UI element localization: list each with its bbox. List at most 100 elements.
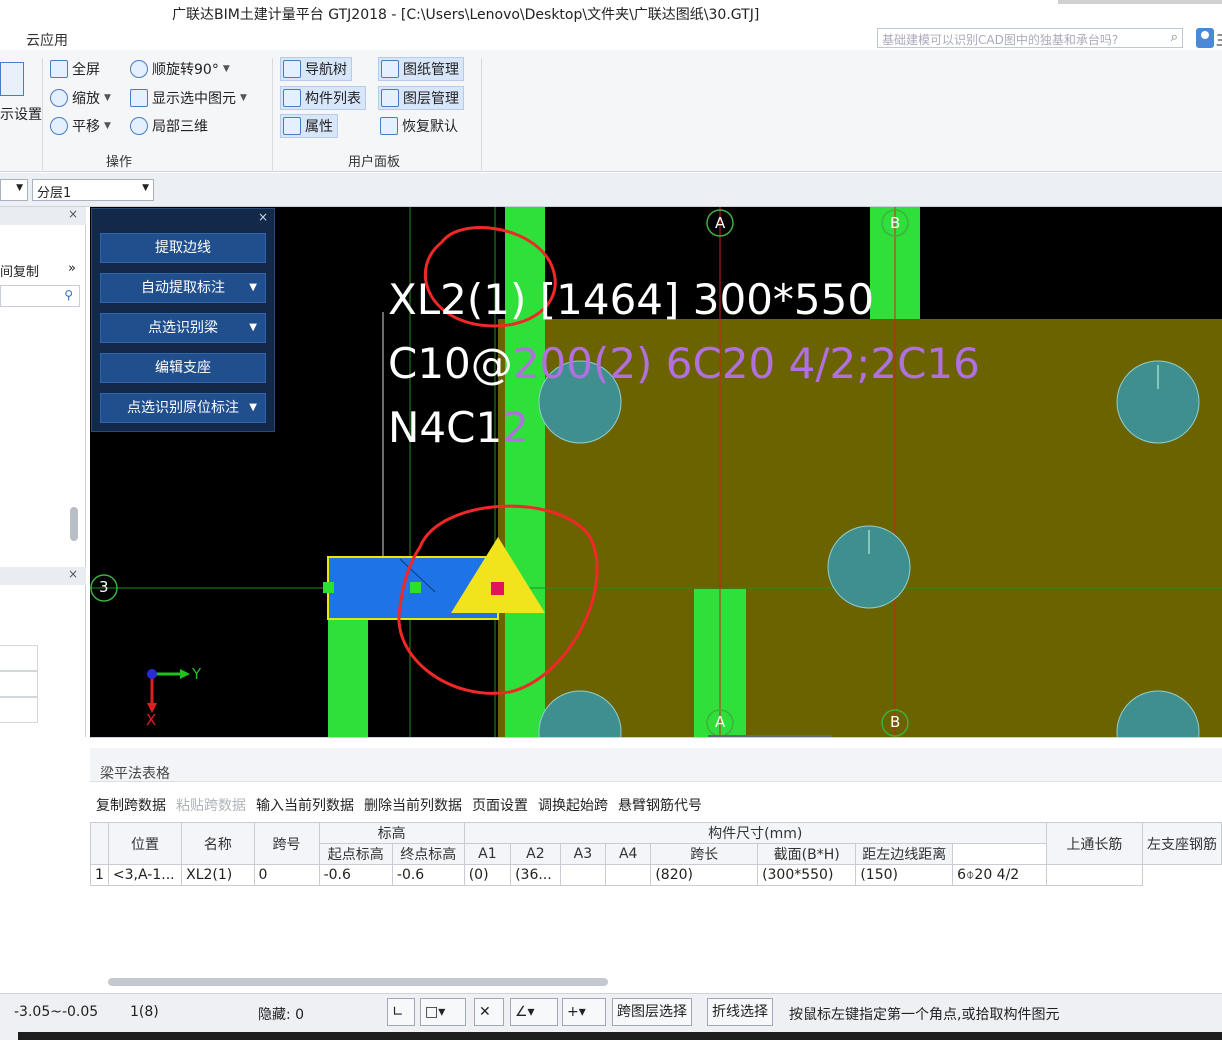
property-row[interactable] [0,645,38,671]
cell-section[interactable]: (300*550) [757,864,857,886]
table-row[interactable]: 1 <3,A-1... XL2(1) 0 -0.6 -0.6 (0) (36..… [90,864,1222,886]
component-search-input[interactable]: ⚲ [0,285,80,307]
col-header-span-no[interactable]: 跨号 [253,822,320,865]
col-header-end-elev[interactable]: 终点标高 [391,843,465,865]
pan-button[interactable]: 平移 ▼ [50,114,111,138]
beam-label-line3-purple: 2 [502,403,529,452]
cell-position[interactable]: <3,A-1... [107,864,183,886]
col-header-span-len[interactable]: 跨长 [650,843,759,865]
cross-select-icon[interactable]: ✕ [474,998,504,1026]
col-header-position[interactable]: 位置 [107,822,183,865]
chevron-down-icon[interactable]: ▼ [249,314,257,342]
col-header-a2[interactable]: A2 [510,843,561,865]
layer-select[interactable]: 分层1 ▼ [32,179,154,201]
extract-edge-button[interactable]: 提取边线 [100,233,266,263]
angle-snap-icon[interactable]: ∠▾ [510,998,558,1026]
col-header-start-elev[interactable]: 起点标高 [318,843,393,865]
component-list-button[interactable]: 构件列表 [280,86,366,110]
help-search-input[interactable]: 基础建模可以识别CAD图中的独基和承台吗? ⌕ [877,28,1183,48]
copy-span-data-button[interactable]: 复制跨数据 [96,795,166,815]
search-icon[interactable]: ⌕ [1171,30,1178,45]
close-icon[interactable]: × [258,210,268,224]
edit-support-button[interactable]: 编辑支座 [100,353,266,383]
window-controls[interactable] [1058,0,1222,4]
display-settings-button[interactable]: 示设置 [0,104,42,124]
page-setup-button[interactable]: 页面设置 [472,795,528,815]
polyline-select-button[interactable]: 折线选择 [707,998,773,1026]
chevron-down-icon[interactable]: ▼ [249,394,257,422]
swap-start-span-button[interactable]: 调换起始跨 [538,795,608,815]
pick-recognize-inplace-label: 点选识别原位标注 [127,400,239,416]
support-grip[interactable] [491,582,504,595]
drawing-icon [381,60,399,78]
cell-span-no[interactable]: 0 [253,864,320,886]
pick-recognize-beam-button[interactable]: 点选识别梁 ▼ [100,313,266,343]
cell-a2[interactable]: (36... [510,864,561,886]
beam-table: 位置 名称 跨号 标高 构件尺寸(mm) 上通长筋 左支座钢筋 起点标高 终点标… [90,822,1222,886]
delete-column-data-button[interactable]: 删除当前列数据 [364,795,462,815]
show-selected-button[interactable]: 显示选中图元 ▼ [130,86,247,110]
close-icon[interactable]: × [68,567,78,581]
search-icon[interactable]: ⚲ [64,288,73,302]
cell-a1[interactable]: (0) [463,864,512,886]
cell-a3[interactable] [559,864,607,886]
cell-span-len[interactable]: (820) [650,864,759,886]
col-header-a1[interactable]: A1 [463,843,512,865]
property-row[interactable] [0,671,38,697]
copy-tool[interactable]: 间复制 [0,261,39,280]
object-snap-icon[interactable]: □▾ [420,998,466,1026]
cell-end-elev[interactable]: -0.6 [391,864,465,886]
cell-left-rebar[interactable] [1045,864,1144,886]
chevron-down-icon: ▼ [142,183,149,193]
left-panel-scrollbar[interactable] [70,507,78,541]
ucs-label-x: X [146,711,157,729]
chevron-down-icon: ▼ [240,93,247,103]
cell-top-rebar[interactable]: 6⌽20 4/2 [952,864,1047,886]
beam-grip[interactable] [323,582,334,593]
cell-start-elev[interactable]: -0.6 [318,864,393,886]
cantilever-rebar-code-button[interactable]: 悬臂钢筋代号 [618,795,702,815]
ortho-toggle-icon[interactable]: ∟ [387,998,415,1026]
paste-span-data-button[interactable]: 粘贴跨数据 [176,795,246,815]
fullscreen-button[interactable]: 全屏 [50,57,100,81]
input-column-data-button[interactable]: 输入当前列数据 [256,795,354,815]
nav-tree-button[interactable]: 导航树 [280,57,352,81]
axis-label-B-top: B [890,214,901,232]
layer-mgmt-button[interactable]: 图层管理 [378,86,464,110]
tab-cloud[interactable]: 云应用 [26,30,68,50]
restore-default-button[interactable]: 恢复默认 [380,114,458,138]
col-header-top-rebar[interactable]: 上通长筋 [1045,822,1144,865]
auto-extract-label-button[interactable]: 自动提取标注 ▼ [100,273,266,303]
col-header-a4[interactable]: A4 [605,843,652,865]
drawing-mgmt-button[interactable]: 图纸管理 [378,57,464,81]
close-icon[interactable]: × [68,207,78,221]
floor-select[interactable]: ▼ [0,179,28,201]
col-header-size: 构件尺寸(mm) [463,822,1047,844]
properties-button[interactable]: 属性 [280,114,338,138]
display-settings-icon[interactable] [0,62,24,96]
col-header-a3[interactable]: A3 [559,843,607,865]
beam-grip[interactable] [410,582,421,593]
cell-name[interactable]: XL2(1) [181,864,255,886]
property-row[interactable] [0,697,38,723]
cell-edge-dist[interactable]: (150) [855,864,954,886]
user-icon[interactable] [1196,28,1214,48]
table-horizontal-scrollbar[interactable] [108,978,608,986]
zoom-button[interactable]: 缩放 ▼ [50,86,111,110]
col-header-name[interactable]: 名称 [181,822,255,865]
col-header-section[interactable]: 截面(B*H) [757,843,857,865]
pick-recognize-inplace-button[interactable]: 点选识别原位标注 ▼ [100,393,266,423]
ribbon-separator [272,58,273,170]
cross-layer-select-button[interactable]: 跨图层选择 [612,998,692,1026]
chevron-down-icon[interactable]: ▼ [249,274,257,302]
offset-icon[interactable]: +▾ [562,998,606,1026]
rotate-icon [130,60,148,78]
rotate-button[interactable]: 顺旋转90° ▼ [130,57,230,81]
col-header-left-rebar[interactable]: 左支座钢筋 [1142,822,1222,865]
column[interactable] [328,619,368,737]
col-header-edge-dist[interactable]: 距左边线距离 [855,843,954,865]
double-chevron-icon[interactable]: » [68,261,76,276]
local-3d-button[interactable]: 局部三维 [130,114,208,138]
cell-a4[interactable] [605,864,652,886]
beam-label-line3-white: N4C1 [388,403,503,452]
